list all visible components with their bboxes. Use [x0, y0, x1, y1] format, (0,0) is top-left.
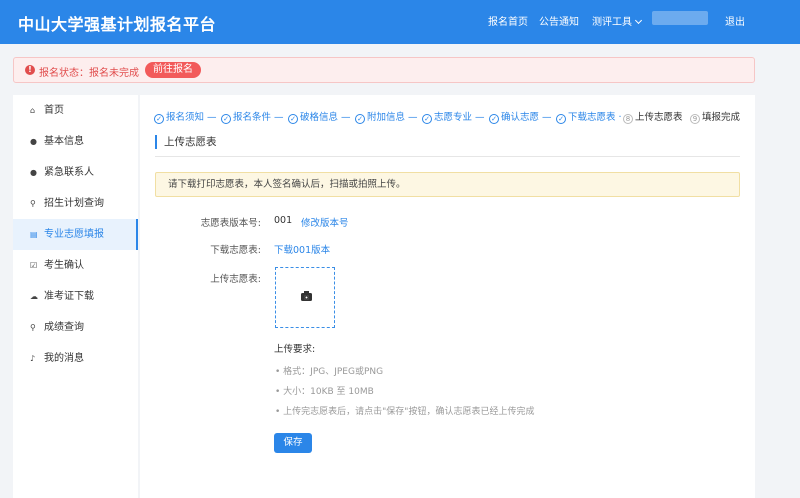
sidebar-item-label: 考生确认: [44, 260, 84, 271]
nav-home-link[interactable]: 报名首页: [488, 13, 528, 28]
nav-tools-dropdown[interactable]: 测评工具: [592, 13, 643, 28]
sidebar-item-label: 我的消息: [44, 353, 84, 364]
download-form-label: 下载志愿表:: [210, 245, 261, 256]
sidebar-item-label: 成绩查询: [44, 322, 84, 333]
registration-status-text: 报名状态：报名未完成: [39, 68, 139, 79]
step-label: 附加信息: [367, 112, 406, 123]
logout-link[interactable]: 退出: [725, 13, 745, 28]
sidebar-item-candidate-confirm[interactable]: ☑ 考生确认: [13, 250, 138, 281]
check-circle-icon: ✓: [556, 114, 566, 124]
top-header: 中山大学强基计划报名平台 报名首页 公告通知 测评工具 退出: [0, 0, 800, 44]
home-icon: ⌂: [30, 106, 36, 115]
requirement-text: 大小：10KB 至 10MB: [283, 387, 374, 397]
user-icon: ●: [30, 137, 37, 146]
requirement-text: 格式：JPG、JPEG或PNG: [283, 367, 384, 377]
check-circle-icon: ✓: [154, 114, 164, 124]
step-major-choice[interactable]: ✓ 志愿专业 —: [422, 109, 485, 124]
check-circle-icon: ✓: [489, 114, 499, 124]
nav-tools-label: 测评工具: [592, 17, 632, 28]
search-icon: ⚲: [30, 323, 36, 332]
chevron-down-icon: [634, 16, 643, 25]
sidebar-item-label: 招生计划查询: [44, 198, 104, 209]
check-circle-icon: ✓: [288, 114, 298, 124]
instruction-notice: 请下载打印志愿表，本人签名确认后，扫描或拍照上传。: [155, 172, 740, 197]
sidebar-item-major-preference[interactable]: ▤ 专业志愿填报: [13, 219, 138, 250]
requirement-item: • 上传完志愿表后，请点击"保存"按钮，确认志愿表已经上传完成: [275, 407, 535, 417]
version-value: 001: [274, 215, 293, 226]
step-registration-notice[interactable]: ✓ 报名须知 —: [154, 109, 217, 124]
sidebar-item-label: 准考证下载: [44, 291, 94, 302]
user-icon: ●: [30, 168, 37, 177]
sidebar-item-enrollment-plan[interactable]: ⚲ 招生计划查询: [13, 188, 138, 219]
step-download-form[interactable]: ✓ 下载志愿表 ·: [556, 109, 622, 124]
step-label: 破格信息: [300, 112, 339, 123]
requirement-item: • 格式：JPG、JPEG或PNG: [275, 367, 384, 377]
requirements-title: 上传要求:: [274, 344, 316, 355]
sidebar-item-messages[interactable]: ♪ 我的消息: [13, 343, 138, 374]
user-name-blurred[interactable]: [652, 11, 708, 25]
upload-dropzone[interactable]: [275, 267, 335, 328]
step-exception-info[interactable]: ✓ 破格信息 —: [288, 109, 351, 124]
check-square-icon: ☑: [30, 261, 38, 270]
step-label: 志愿专业: [434, 112, 473, 123]
sidebar-item-score-query[interactable]: ⚲ 成绩查询: [13, 312, 138, 343]
go-register-button[interactable]: 前往报名: [145, 62, 201, 78]
camera-icon: [301, 291, 312, 301]
sidebar-item-admission-ticket[interactable]: ☁ 准考证下载: [13, 281, 138, 312]
step-label: 报名条件: [233, 112, 272, 123]
step-confirm-preference[interactable]: ✓ 确认志愿 —: [489, 109, 552, 124]
sidebar-item-label: 基本信息: [44, 136, 84, 147]
platform-title: 中山大学强基计划报名平台: [18, 15, 217, 34]
exclamation-icon: !: [25, 65, 35, 75]
sidebar-item-label: 紧急联系人: [44, 167, 94, 178]
step-number-icon: 9: [690, 114, 700, 124]
sidebar-menu: ⌂ 首页 ● 基本信息 ● 紧急联系人 ⚲ 招生计划查询 ▤ 专业志愿填报 ☑ …: [13, 95, 138, 498]
step-label: 报名须知: [166, 112, 205, 123]
section-title: 上传志愿表: [155, 135, 217, 149]
check-circle-icon: ✓: [422, 114, 432, 124]
sidebar-item-home[interactable]: ⌂ 首页: [13, 95, 138, 126]
save-button[interactable]: 保存: [274, 433, 312, 453]
step-number-icon: 8: [623, 114, 633, 124]
check-circle-icon: ✓: [221, 114, 231, 124]
sidebar-item-emergency-contact[interactable]: ● 紧急联系人: [13, 157, 138, 188]
requirement-item: • 大小：10KB 至 10MB: [275, 387, 374, 397]
check-circle-icon: ✓: [355, 114, 365, 124]
step-registration-conditions[interactable]: ✓ 报名条件 —: [221, 109, 284, 124]
step-label: 上传志愿表: [635, 112, 683, 123]
download-form-link[interactable]: 下载001版本: [274, 242, 330, 256]
bell-icon: ♪: [30, 354, 36, 363]
step-label: 确认志愿: [501, 112, 540, 123]
version-label: 志愿表版本号:: [200, 218, 261, 229]
sidebar-item-label: 专业志愿填报: [44, 229, 104, 240]
document-icon: ▤: [30, 230, 38, 239]
requirement-text: 上传完志愿表后，请点击"保存"按钮，确认志愿表已经上传完成: [283, 407, 535, 417]
sidebar-item-basic-info[interactable]: ● 基本信息: [13, 126, 138, 157]
upload-form-label: 上传志愿表:: [210, 274, 261, 285]
registration-status-alert: ! 报名状态：报名未完成 前往报名: [13, 57, 755, 83]
step-upload-form[interactable]: 8 上传志愿表: [623, 109, 683, 124]
sidebar-item-label: 首页: [44, 105, 64, 116]
divider: [155, 156, 740, 157]
step-additional-info[interactable]: ✓ 附加信息 —: [355, 109, 418, 124]
step-label: 下载志愿表: [568, 112, 616, 123]
step-complete[interactable]: 9 填报完成: [690, 109, 740, 124]
modify-version-link[interactable]: 修改版本号: [301, 215, 349, 229]
nav-notice-link[interactable]: 公告通知: [539, 13, 579, 28]
cloud-download-icon: ☁: [30, 292, 38, 301]
search-icon: ⚲: [30, 199, 36, 208]
main-content: ✓ 报名须知 — ✓ 报名条件 — ✓ 破格信息 — ✓ 附加信息 — ✓ 志愿专业 — …: [140, 95, 755, 498]
step-label: 填报完成: [702, 112, 741, 123]
